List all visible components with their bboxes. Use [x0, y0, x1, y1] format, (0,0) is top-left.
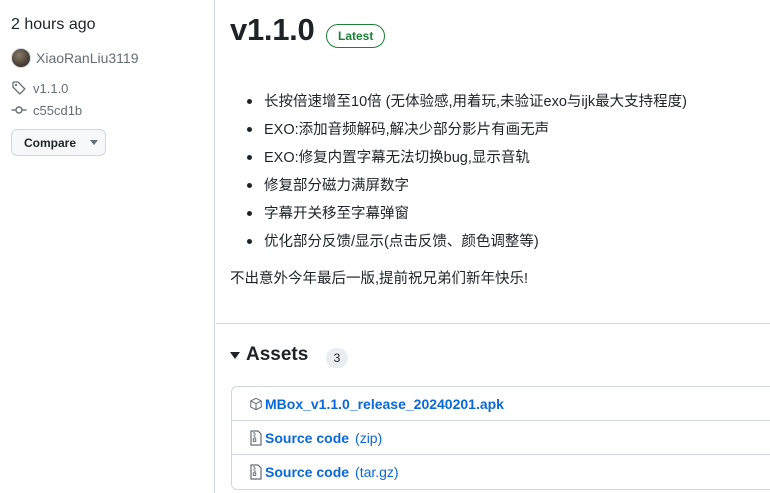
file-zip-icon — [250, 464, 262, 480]
list-item: EXO:添加音频解码,解决少部分影片有画无声 — [246, 116, 687, 144]
compare-button[interactable]: Compare — [11, 129, 106, 156]
assets-count-badge: 3 — [326, 348, 348, 368]
asset-link[interactable]: Source code — [265, 430, 349, 446]
release-sidebar: 2 hours ago XiaoRanLiu3119 v1.1.0 c55cd1… — [0, 0, 215, 493]
release-closing-text: 不出意外今年最后一版,提前祝兄弟们新年快乐! — [230, 271, 529, 287]
release-title[interactable]: v1.1.0 — [230, 12, 315, 48]
caret-down-icon — [230, 351, 240, 359]
tag-row[interactable]: v1.1.0 — [11, 80, 68, 96]
list-item: 优化部分反馈/显示(点击反馈、颜色调整等) — [246, 228, 687, 256]
chevron-down-icon — [90, 140, 99, 145]
asset-link[interactable]: Source code — [265, 464, 349, 480]
list-item: 修复部分磁力满屏数字 — [246, 172, 687, 200]
avatar[interactable] — [11, 48, 31, 68]
list-item: EXO:修复内置字幕无法切换bug,显示音轨 — [246, 144, 687, 172]
latest-badge: Latest — [326, 24, 386, 48]
asset-row[interactable]: MBox_v1.1.0_release_20240201.apk — [232, 387, 770, 421]
tag-icon — [12, 81, 26, 95]
list-item: 字幕开关移至字幕弹窗 — [246, 200, 687, 228]
asset-link[interactable]: MBox_v1.1.0_release_20240201.apk — [265, 396, 504, 412]
compare-label: Compare — [24, 135, 77, 150]
file-zip-icon — [250, 429, 262, 446]
release-author[interactable]: XiaoRanLiu3119 — [11, 48, 139, 68]
package-icon — [250, 397, 262, 410]
release-notes: 长按倍速增至10倍 (无体验感,用着玩,未验证exo与ijk最大支持程度) EX… — [246, 88, 687, 256]
asset-ext[interactable]: (tar.gz) — [355, 464, 399, 480]
divider — [216, 323, 770, 324]
asset-ext[interactable]: (zip) — [355, 430, 382, 446]
list-item: 长按倍速增至10倍 (无体验感,用着玩,未验证exo与ijk最大支持程度) — [246, 88, 687, 116]
asset-list: MBox_v1.1.0_release_20240201.apk Source … — [231, 386, 770, 490]
author-name[interactable]: XiaoRanLiu3119 — [36, 50, 139, 66]
commit-row[interactable]: c55cd1b — [11, 102, 82, 118]
asset-row[interactable]: Source code (tar.gz) — [232, 455, 770, 489]
commit-sha[interactable]: c55cd1b — [33, 103, 82, 118]
release-main: v1.1.0 Latest 长按倍速增至10倍 (无体验感,用着玩,未验证exo… — [216, 0, 770, 493]
commit-icon — [11, 106, 27, 114]
release-time: 2 hours ago — [11, 16, 96, 33]
asset-row[interactable]: Source code (zip) — [232, 421, 770, 455]
assets-toggle[interactable]: Assets — [230, 344, 308, 366]
assets-title[interactable]: Assets — [246, 344, 308, 366]
tag-label[interactable]: v1.1.0 — [33, 81, 68, 96]
